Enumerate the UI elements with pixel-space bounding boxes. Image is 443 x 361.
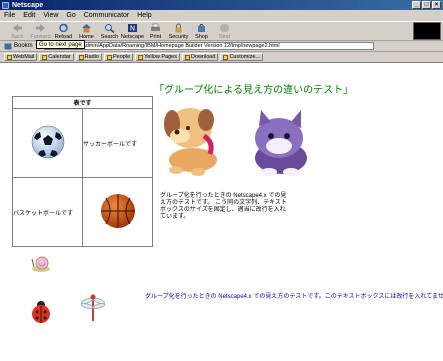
- bookmark-icon: [138, 54, 144, 60]
- title-bar: Netscape _ □ ×: [0, 0, 443, 10]
- menu-go[interactable]: Go: [66, 12, 75, 19]
- bookmark-download[interactable]: Download: [181, 53, 219, 61]
- security-button[interactable]: Security: [167, 21, 190, 40]
- search-icon: [104, 23, 115, 33]
- dragonfly-image: [80, 294, 106, 321]
- dog-image: [164, 108, 217, 176]
- ladybug-image: [32, 301, 50, 323]
- maximize-button[interactable]: □: [422, 1, 431, 9]
- print-icon: [150, 23, 161, 33]
- basketball-label: バスケットボールです: [12, 177, 83, 247]
- back-button[interactable]: Back: [6, 21, 29, 40]
- search-button[interactable]: Search: [98, 21, 121, 40]
- page-content: 「グループ化による見え方の違いのテスト」 表です サッカーボールです バスケット…: [0, 63, 443, 361]
- reload-icon: [58, 23, 69, 33]
- menu-edit[interactable]: Edit: [23, 12, 35, 19]
- table-cell: [12, 108, 83, 178]
- home-button[interactable]: Home: [75, 21, 98, 40]
- page-title: 「グループ化による見え方の違いのテスト」: [154, 85, 354, 96]
- bookmarks-button[interactable]: Bookm: [4, 43, 37, 50]
- forward-button[interactable]: Forward: [29, 21, 52, 40]
- back-arrow-icon: [12, 23, 23, 33]
- tooltip: Go to next page: [36, 40, 85, 49]
- soccer-ball-image: [31, 125, 64, 159]
- table-cell: [82, 177, 153, 247]
- bookmark-icon: [4, 43, 12, 49]
- bookmark-icon: [42, 54, 48, 60]
- close-button[interactable]: ×: [432, 1, 441, 9]
- bookmark-calendar[interactable]: Calendar: [39, 53, 74, 61]
- svg-text:N: N: [130, 25, 135, 33]
- snail-image: [31, 256, 50, 272]
- bookmark-people[interactable]: People: [104, 53, 134, 61]
- netscape-button[interactable]: N Netscape: [121, 21, 144, 40]
- bookmark-icon: [184, 54, 190, 60]
- netscape-icon: N: [127, 23, 138, 33]
- shop-button[interactable]: Shop: [190, 21, 213, 40]
- home-icon: [81, 23, 92, 33]
- netscape-app-icon: [2, 1, 9, 9]
- table-header: 表です: [12, 96, 153, 109]
- forward-arrow-icon: [35, 23, 46, 33]
- basketball-image: [100, 194, 135, 228]
- bookmark-yellow-pages[interactable]: Yellow Pages: [135, 53, 180, 61]
- stop-button[interactable]: Stop: [213, 21, 236, 40]
- cat-image: [255, 110, 307, 176]
- bookmark-icon: [78, 54, 84, 60]
- url-input[interactable]: file:///C|/Users/admin/AppData/Roaming/I…: [43, 42, 374, 50]
- menu-bar: File Edit View Go Communicator Help: [0, 10, 443, 21]
- soccer-label: サッカーボールです: [82, 108, 153, 178]
- menu-help[interactable]: Help: [137, 12, 151, 19]
- content-table: 表です サッカーボールです バスケットボールです: [12, 96, 153, 247]
- bookmark-icon: [7, 54, 12, 60]
- personal-toolbar: WebMail Calendar Radio People Yellow Pag…: [0, 52, 443, 63]
- minimize-button[interactable]: _: [412, 1, 421, 9]
- netscape-window: Netscape _ □ × File Edit View Go Communi…: [0, 0, 443, 361]
- window-title: Netscape: [12, 1, 44, 9]
- bookmark-icon: [223, 54, 229, 60]
- bookmark-customize[interactable]: Customize...: [220, 53, 264, 61]
- menu-view[interactable]: View: [43, 12, 58, 19]
- caption-unbroken-textbox: グループ化を行ったときの Netscape4.x での見え方のテストです。このテ…: [145, 294, 443, 300]
- navigation-toolbar: Back Forward Reload Home Search N Netsca…: [0, 21, 443, 41]
- shop-icon: [196, 23, 207, 33]
- reload-button[interactable]: Reload: [52, 21, 75, 40]
- menu-file[interactable]: File: [4, 12, 15, 19]
- print-button[interactable]: Print: [144, 21, 167, 40]
- bookmark-icon: [107, 54, 112, 60]
- bookmark-radio[interactable]: Radio: [75, 53, 102, 61]
- caption-fixed-textbox: グループ化を行ったときの Netscape4.x での見え方のテストです。 こう…: [160, 193, 287, 220]
- bookmark-webmail[interactable]: WebMail: [4, 53, 38, 61]
- stop-icon: [219, 23, 230, 33]
- menu-communicator[interactable]: Communicator: [84, 12, 130, 19]
- netscape-throbber-logo: [413, 22, 441, 40]
- security-lock-icon: [173, 23, 184, 33]
